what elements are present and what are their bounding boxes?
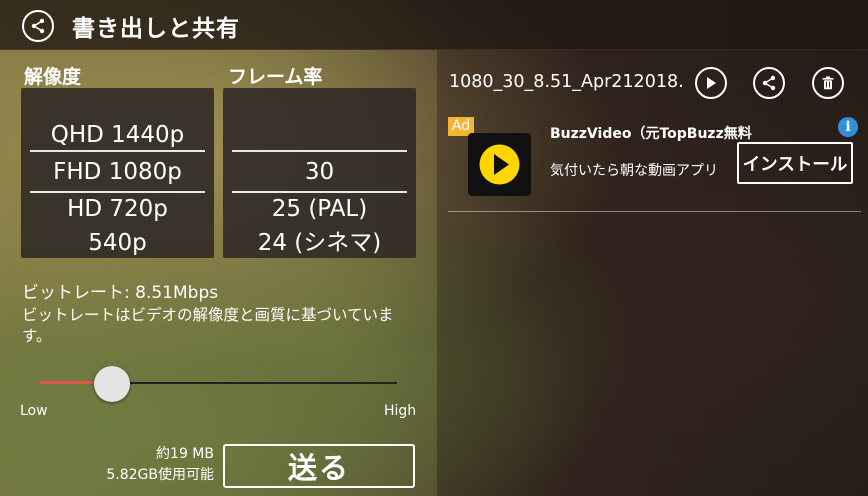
resolution-option-selected[interactable]: FHD 1080p <box>21 158 214 186</box>
bitrate-value: ビットレート: 8.51Mbps <box>22 283 219 303</box>
resolution-option[interactable]: QHD 1440p <box>21 121 214 149</box>
install-button[interactable]: インストール <box>737 142 853 184</box>
ad-info-icon[interactable]: i <box>838 117 858 137</box>
divider <box>448 211 861 212</box>
slider-high-label: High <box>384 403 417 419</box>
buzzvideo-logo[interactable] <box>468 133 531 196</box>
framerate-option[interactable]: 24 (シネマ) <box>223 229 416 257</box>
slider-low-label: Low <box>20 403 48 419</box>
bitrate-description: ビットレートはビデオの解像度と画質に基づいています。 <box>22 306 394 345</box>
framerate-picker[interactable]: 30 25 (PAL) 24 (シネマ) <box>223 88 416 258</box>
back-button[interactable] <box>22 10 54 42</box>
picker-selection-line-top <box>232 150 407 152</box>
share-icon <box>31 18 45 34</box>
resolution-picker[interactable]: QHD 1440p FHD 1080p HD 720p 540p <box>21 88 214 258</box>
framerate-label: フレーム率 <box>228 66 323 88</box>
share-icon <box>762 75 776 91</box>
framerate-option-selected[interactable]: 30 <box>223 158 416 186</box>
resolution-option[interactable]: HD 720p <box>21 195 214 223</box>
resolution-label: 解像度 <box>24 66 82 88</box>
estimated-size: 約19 MB <box>156 446 214 462</box>
picker-selection-line-top <box>30 150 205 152</box>
resolution-option[interactable]: 540p <box>21 229 214 257</box>
file-name: 1080_30_8.51_Apr212018… <box>449 72 683 92</box>
file-size-info: 約19 MB 5.82GB使用可能 <box>82 444 214 486</box>
ad-title[interactable]: BuzzVideo（元TopBuzz無料 <box>550 123 752 143</box>
picker-selection-line-bottom <box>232 191 407 193</box>
play-icon <box>707 77 716 89</box>
share-button[interactable] <box>753 67 785 99</box>
trash-icon <box>822 76 834 90</box>
picker-selection-line-bottom <box>30 191 205 193</box>
send-button[interactable]: 送る <box>223 444 415 488</box>
framerate-option[interactable]: 25 (PAL) <box>223 195 416 223</box>
page-title: 書き出しと共有 <box>72 16 240 42</box>
available-storage: 5.82GB使用可能 <box>106 467 214 483</box>
ad-description: 気付いたら朝な動画アプリ <box>550 163 718 179</box>
bitrate-slider-thumb[interactable] <box>94 366 130 402</box>
play-button[interactable] <box>695 67 727 99</box>
top-bar: 書き出しと共有 <box>0 0 868 50</box>
delete-button[interactable] <box>812 67 844 99</box>
